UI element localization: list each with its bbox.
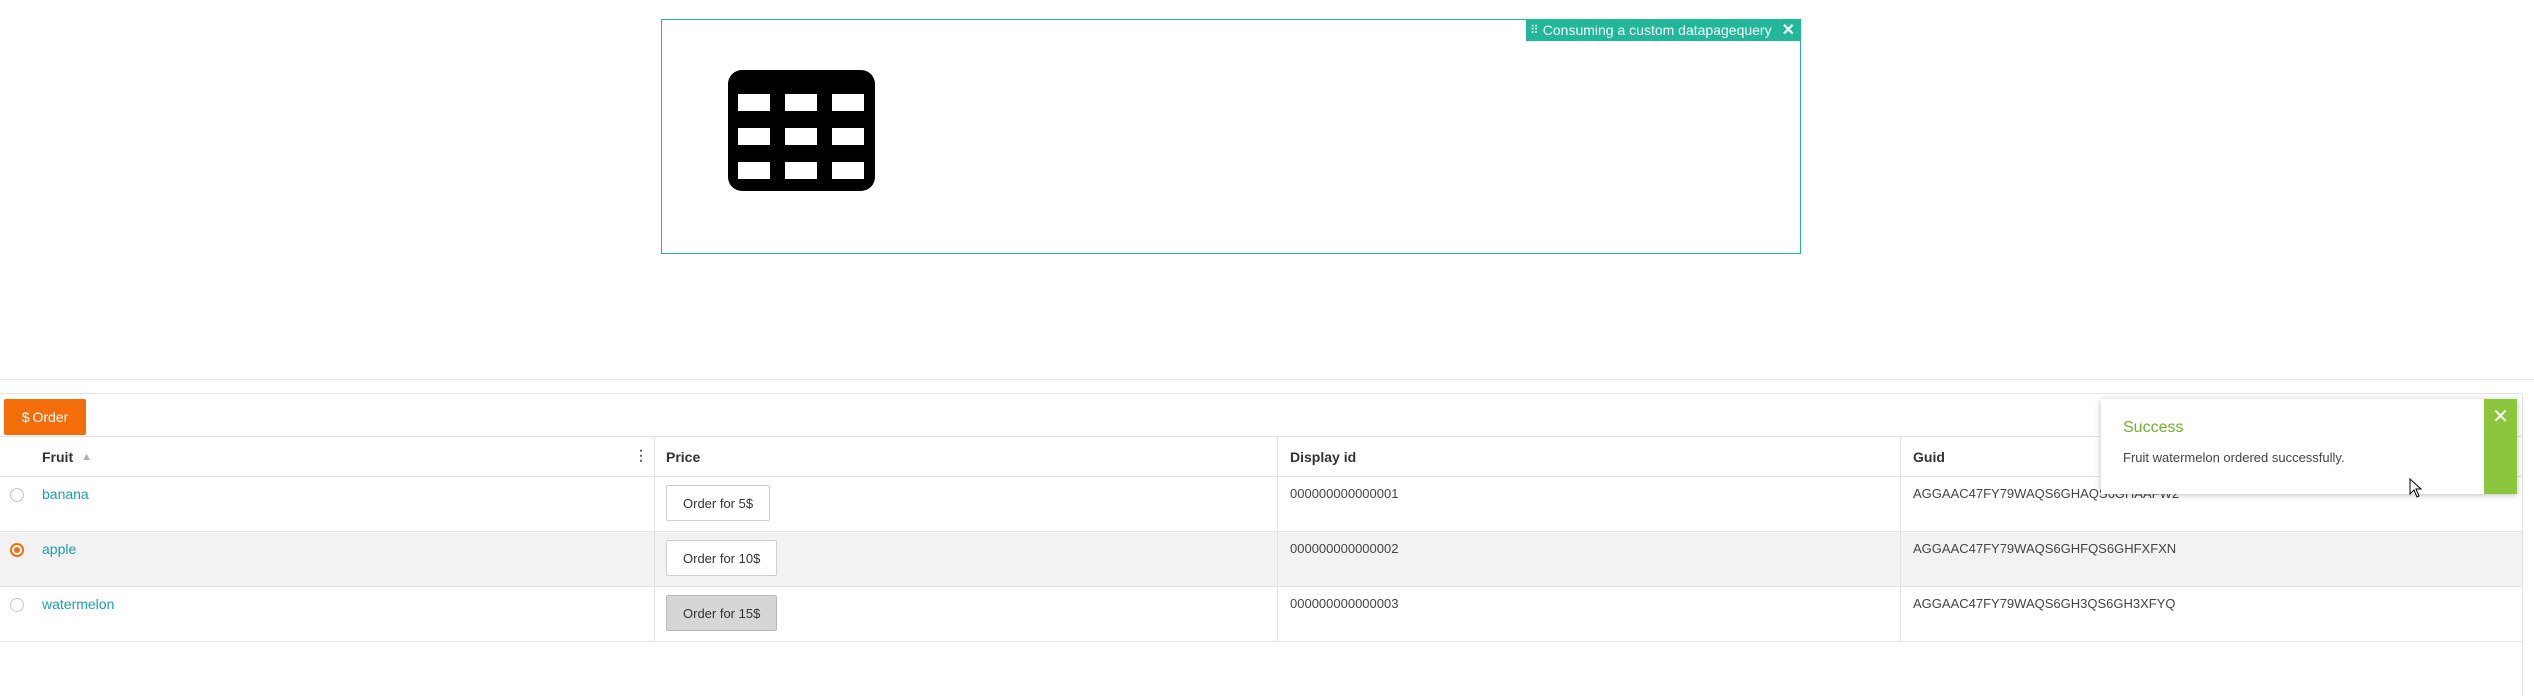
fruit-link[interactable]: watermelon	[42, 596, 114, 612]
column-menu-icon[interactable]: ⋮	[634, 447, 648, 464]
row-select-radio[interactable]	[10, 598, 24, 612]
guid-cell: AGGAAC47FY79WAQS6GHFQS6GHFXFXN	[1913, 541, 2177, 556]
dollar-icon: $	[21, 409, 30, 425]
toast-title: Success	[2123, 419, 2184, 436]
custom-widget-placeholder: ⠿ Consuming a custom datapagequery ✕	[661, 19, 1801, 254]
column-header-fruit[interactable]: Fruit ▲	[42, 437, 92, 476]
sort-icon[interactable]: ▲	[81, 451, 92, 463]
toast-message: Fruit watermelon ordered successfully.	[2123, 450, 2345, 465]
section-divider	[0, 379, 2534, 380]
display-id-cell: 000000000000001	[1290, 486, 1399, 501]
grip-icon[interactable]: ⠿	[1530, 23, 1539, 37]
fruit-link[interactable]: apple	[42, 541, 76, 557]
mouse-cursor-icon	[2409, 478, 2423, 498]
fruit-link[interactable]: banana	[42, 486, 89, 502]
row-select-radio[interactable]	[10, 543, 24, 557]
table-icon	[728, 70, 875, 191]
order-price-button[interactable]: Order for 10$	[666, 540, 778, 576]
table-row[interactable]: watermelon Order for 15$ 000000000000003…	[0, 587, 2522, 642]
order-button[interactable]: $ Order	[4, 399, 86, 435]
success-toast: Success Fruit watermelon ordered success…	[2101, 399, 2517, 494]
table-row[interactable]: apple Order for 10$ 000000000000002 AGGA…	[0, 532, 2522, 587]
display-id-cell: 000000000000002	[1290, 541, 1399, 556]
column-header-display-id[interactable]: Display id	[1290, 437, 1356, 476]
order-button-label: Order	[32, 409, 69, 425]
close-icon[interactable]: ✕	[2484, 407, 2517, 427]
order-price-button[interactable]: Order for 5$	[666, 485, 771, 521]
widget-tag-label: Consuming a custom datapagequery	[1542, 22, 1772, 38]
display-id-cell: 000000000000003	[1290, 596, 1399, 611]
column-header-price[interactable]: Price	[666, 437, 700, 476]
close-icon[interactable]: ✕	[1782, 20, 1795, 40]
row-select-radio[interactable]	[10, 488, 24, 502]
widget-tag[interactable]: ⠿ Consuming a custom datapagequery ✕	[1525, 19, 1801, 41]
guid-cell: AGGAAC47FY79WAQS6GH3QS6GH3XFYQ	[1913, 596, 2176, 611]
order-price-button[interactable]: Order for 15$	[666, 595, 778, 631]
column-header-guid[interactable]: Guid	[1913, 437, 1945, 476]
